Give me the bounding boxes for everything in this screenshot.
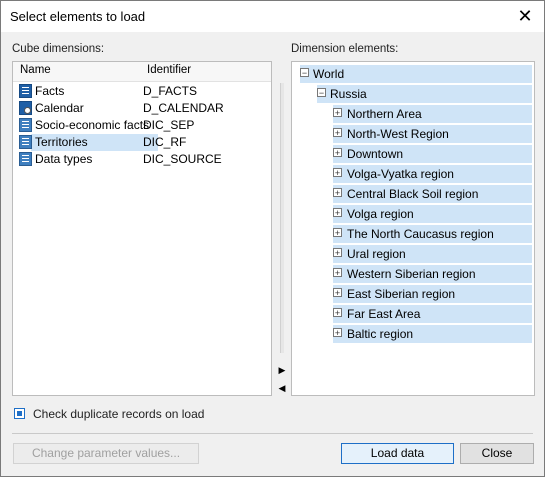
tree-node-label: Baltic region bbox=[347, 327, 414, 341]
dictionary-icon bbox=[19, 118, 32, 132]
dimension-identifier: D_CALENDAR bbox=[143, 101, 224, 115]
calendar-icon bbox=[19, 101, 32, 115]
tree-node-region[interactable]: + Central Black Soil region bbox=[333, 185, 532, 203]
load-data-button[interactable]: Load data bbox=[341, 443, 454, 464]
tree-node-label: Far East Area bbox=[347, 307, 421, 321]
expand-icon[interactable]: + bbox=[333, 228, 342, 238]
check-duplicates-checkbox[interactable] bbox=[14, 408, 25, 419]
panel-splitter[interactable]: ▶ ◀ bbox=[277, 63, 287, 396]
expand-icon[interactable]: + bbox=[333, 248, 342, 258]
identifier-column-header[interactable]: Identifier bbox=[147, 64, 191, 76]
expand-icon[interactable]: + bbox=[333, 328, 342, 338]
tree-node-label: Ural region bbox=[347, 247, 406, 261]
tree-node-label: The North Caucasus region bbox=[347, 227, 494, 241]
change-parameter-values-button[interactable]: Change parameter values... bbox=[13, 443, 199, 464]
dimension-row[interactable]: Data types DIC_SOURCE bbox=[13, 151, 278, 168]
dimension-name: Calendar bbox=[35, 101, 84, 115]
close-icon[interactable]: ✕ bbox=[514, 5, 536, 27]
tree-node-region[interactable]: + Baltic region bbox=[333, 325, 532, 343]
move-left-arrow-icon[interactable]: ◀ bbox=[277, 381, 287, 395]
expand-icon[interactable]: + bbox=[333, 288, 342, 298]
dictionary-icon bbox=[19, 135, 32, 149]
tree-node-region[interactable]: + Volga-Vyatka region bbox=[333, 165, 532, 183]
tree-node-region[interactable]: + Ural region bbox=[333, 245, 532, 263]
expand-icon[interactable]: + bbox=[333, 108, 342, 118]
tree-node-region[interactable]: + Volga region bbox=[333, 205, 532, 223]
select-elements-dialog: Select elements to load ✕ Cube dimension… bbox=[0, 0, 545, 477]
dimension-name: Data types bbox=[35, 152, 93, 166]
dimension-name: Facts bbox=[35, 84, 65, 98]
tree-node-region[interactable]: + Northern Area bbox=[333, 105, 532, 123]
expand-icon[interactable]: + bbox=[333, 268, 342, 278]
expand-icon[interactable]: + bbox=[333, 188, 342, 198]
cube-dimensions-list[interactable]: Name Identifier Facts D_FACTS Calendar D_CA… bbox=[12, 61, 272, 396]
dictionary-icon bbox=[19, 152, 32, 166]
close-button[interactable]: Close bbox=[460, 443, 534, 464]
list-header: Name Identifier bbox=[13, 62, 271, 82]
dimension-name: Territories bbox=[35, 135, 88, 149]
cube-dimensions-label: Cube dimensions: bbox=[12, 43, 105, 55]
expand-icon[interactable]: + bbox=[333, 168, 342, 178]
splitter-track bbox=[280, 83, 284, 353]
dimension-row[interactable]: Socio-economic facts DIC_SEP bbox=[13, 117, 278, 134]
check-duplicates-label: Check duplicate records on load bbox=[33, 407, 205, 421]
tree-node-label: Volga-Vyatka region bbox=[347, 167, 454, 181]
dimension-name: Socio-economic facts bbox=[35, 118, 150, 132]
expand-icon[interactable]: + bbox=[333, 128, 342, 138]
tree-node-label: World bbox=[313, 67, 345, 81]
tree-node-label: Western Siberian region bbox=[347, 267, 476, 281]
divider bbox=[12, 433, 533, 434]
tree-node-russia[interactable]: − Russia bbox=[317, 85, 532, 103]
tree-node-region[interactable]: + Western Siberian region bbox=[333, 265, 532, 283]
expand-icon[interactable]: + bbox=[333, 308, 342, 318]
tree-node-region[interactable]: + North-West Region bbox=[333, 125, 532, 143]
move-right-arrow-icon[interactable]: ▶ bbox=[277, 363, 287, 377]
dimension-identifier: D_FACTS bbox=[143, 84, 198, 98]
expand-icon[interactable]: + bbox=[333, 148, 342, 158]
tree-node-world[interactable]: − World bbox=[300, 65, 532, 83]
collapse-icon[interactable]: − bbox=[300, 68, 309, 78]
dimension-elements-tree[interactable]: − World − Russia + Northern Area + North-We… bbox=[291, 61, 535, 396]
title-bar: Select elements to load ✕ bbox=[1, 1, 544, 32]
dimension-row[interactable]: Facts D_FACTS bbox=[13, 83, 278, 100]
tree-node-region[interactable]: + East Siberian region bbox=[333, 285, 532, 303]
tree-node-region[interactable]: + Downtown bbox=[333, 145, 532, 163]
dimension-identifier: DIC_SEP bbox=[143, 118, 195, 132]
name-column-header[interactable]: Name bbox=[20, 64, 51, 76]
tree-node-label: Volga region bbox=[347, 207, 414, 221]
tree-node-region[interactable]: + The North Caucasus region bbox=[333, 225, 532, 243]
expand-icon[interactable]: + bbox=[333, 208, 342, 218]
tree-node-label: East Siberian region bbox=[347, 287, 456, 301]
cube-icon bbox=[19, 84, 32, 98]
tree-node-label: Central Black Soil region bbox=[347, 187, 479, 201]
tree-node-label: Russia bbox=[330, 87, 367, 101]
dimension-identifier: DIC_RF bbox=[143, 135, 187, 149]
dimension-row[interactable]: Territories DIC_RF bbox=[13, 134, 278, 151]
tree-node-label: North-West Region bbox=[347, 127, 449, 141]
collapse-icon[interactable]: − bbox=[317, 88, 326, 98]
dialog-title: Select elements to load bbox=[10, 9, 146, 24]
tree-node-label: Downtown bbox=[347, 147, 404, 161]
tree-node-region[interactable]: + Far East Area bbox=[333, 305, 532, 323]
tree-node-label: Northern Area bbox=[347, 107, 422, 121]
dimension-elements-label: Dimension elements: bbox=[291, 43, 399, 55]
dimension-row[interactable]: Calendar D_CALENDAR bbox=[13, 100, 278, 117]
dimension-identifier: DIC_SOURCE bbox=[143, 152, 222, 166]
